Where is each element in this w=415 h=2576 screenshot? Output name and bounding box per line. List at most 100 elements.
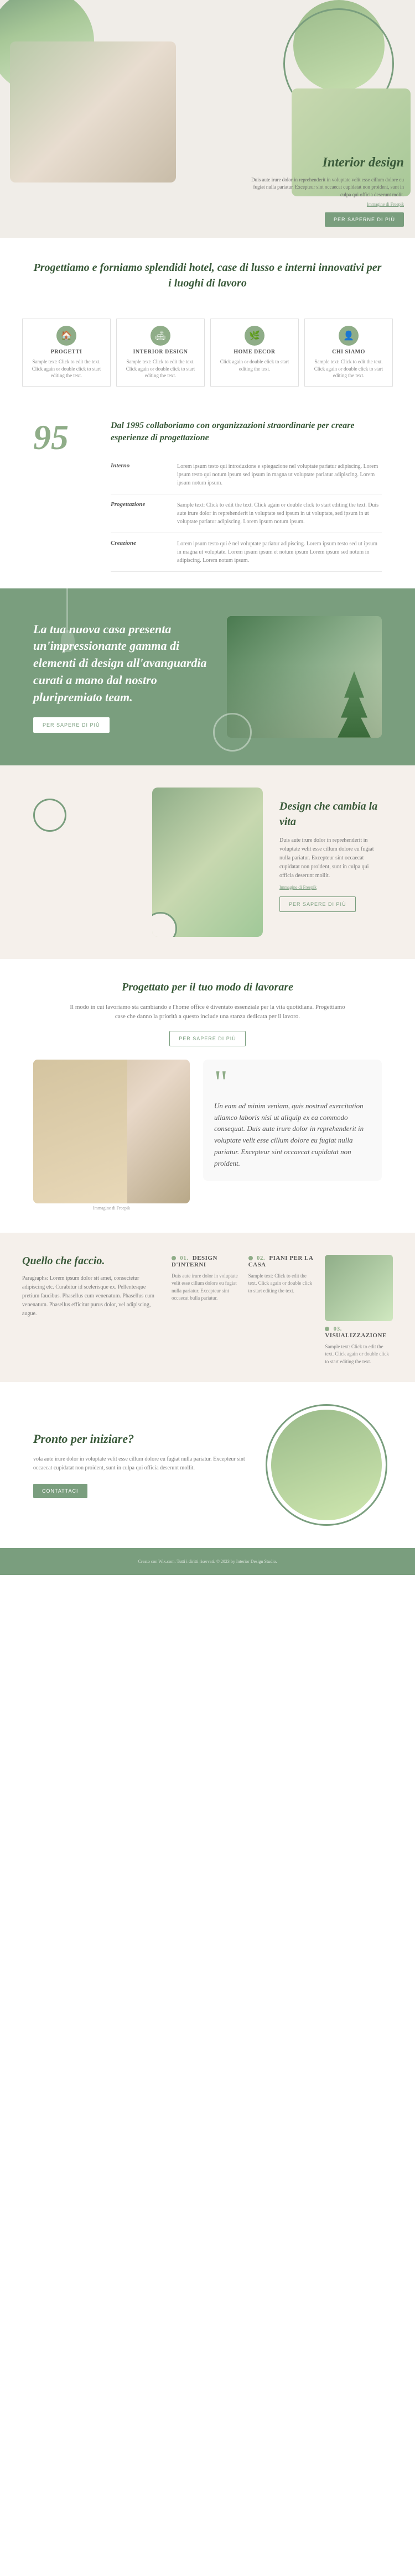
work-image-caption: Immagine di Freepik [33, 1206, 190, 1211]
dot-icon-2 [248, 1256, 253, 1260]
stats-content: Dal 1995 collaboriamo con organizzazioni… [111, 420, 382, 572]
stats-text-progettazione: Sample text: Click to edit the text. Cli… [177, 501, 382, 526]
design-image-caption[interactable]: Immagine di Freepik [279, 885, 382, 890]
service-text-homedecor: Click again or double click to start edi… [217, 358, 292, 372]
hero-section: logo Interior design Duis aute irure dol… [0, 0, 415, 238]
service-card-chisiamo[interactable]: 👤 CHI SIAMO Sample text: Click to edit t… [304, 319, 393, 387]
cta-content: Pronto per iniziare? vola aute irure dol… [33, 1432, 255, 1498]
viz-image [325, 1255, 393, 1321]
service-card-interior[interactable]: 🛋 INTERIOR DESIGN Sample text: Click to … [116, 319, 205, 387]
stats-row-interno: Interno Lorem ipsum testo qui introduzio… [111, 456, 382, 494]
work-image-container: Immagine di Freepik [33, 1060, 190, 1211]
green-band-text: La tua nuova casa presenta un'impression… [33, 621, 210, 733]
services-section: 🏠 PROGETTI Sample text: Click to edit th… [0, 319, 415, 403]
quote-mark: " [214, 1071, 371, 1094]
lamp-shade [61, 630, 75, 652]
stats-row-creazione: Creazione Lorem ipsum testo qui è nel vo… [111, 533, 382, 572]
hero-photo-main [10, 41, 176, 182]
what-col1-title: Design d'interni [172, 1255, 217, 1268]
service-icon-interior: 🛋 [151, 326, 170, 346]
service-text-progetti: Sample text: Click to edit the text. Cli… [29, 358, 103, 379]
green-band-image-inner [227, 616, 382, 738]
what-top-layout: Quello che faccio. Paragraphs: Lorem ips… [22, 1255, 393, 1366]
what-col-piani-title: 02. Piani per la casa [248, 1255, 317, 1268]
service-icon-homedecor: 🌿 [245, 326, 264, 346]
service-title-homedecor: HOME DECOR [217, 349, 292, 355]
design-main-image [152, 788, 263, 937]
stats-number: 95 [33, 420, 89, 455]
hero-image-caption[interactable]: Immagine di Freepik [249, 202, 404, 207]
work-image [33, 1060, 190, 1203]
stats-text-interno: Lorem ipsum testo qui introduzione e spi… [177, 462, 382, 487]
work-cta-container: PER SAPERE DI PIÙ [33, 1031, 382, 1046]
work-description: Il modo in cui lavoriamo sta cambiando e… [69, 1003, 346, 1022]
design-description: Duis aute irure dolor in reprehenderit i… [279, 836, 382, 880]
stats-rows: Interno Lorem ipsum testo qui introduzio… [111, 456, 382, 572]
what-col3-title: Visualizzazione [325, 1332, 386, 1339]
service-text-interior: Sample text: Click to edit the text. Cli… [123, 358, 198, 379]
footer: Creato con Wix.com. Tutti i diritti rise… [0, 1548, 415, 1575]
footer-text: Creato con Wix.com. Tutti i diritti rise… [22, 1559, 393, 1564]
green-band-cta[interactable]: PER SAPERE DI PIÙ [33, 717, 110, 733]
what-col-viz-title: 03. Visualizzazione [325, 1326, 393, 1339]
work-quote-container: " Un eam ad minim veniam, quis nostrud e… [203, 1060, 382, 1181]
cta-image-container [271, 1410, 382, 1520]
hero-title: Interior design [249, 154, 404, 171]
work-section: Progettato per il tuo modo di lavorare I… [0, 959, 415, 1233]
design-content: Design che cambia la vita Duis aute irur… [279, 788, 382, 912]
service-card-progetti[interactable]: 🏠 PROGETTI Sample text: Click to edit th… [22, 319, 111, 387]
what-col-design-title: 01. Design d'interni [172, 1255, 240, 1268]
what-col-piani: 02. Piani per la casa Sample text: Click… [248, 1255, 317, 1366]
what-intro: Paragraphs: Lorem ipsum dolor sit amet, … [22, 1274, 155, 1318]
stats-row-progettazione: Progettazione Sample text: Click to edit… [111, 494, 382, 533]
work-image-inner [33, 1060, 127, 1203]
what-columns: 01. Design d'interni Duis aute irure dol… [172, 1255, 393, 1366]
what-intro-container: Quello che faccio. Paragraphs: Lorem ips… [22, 1255, 155, 1366]
tagline-text: Progettiamo e forniamo splendidi hotel, … [33, 260, 382, 291]
cta-button[interactable]: CONTATTACI [33, 1484, 87, 1498]
service-title-chisiamo: CHI SIAMO [312, 349, 386, 355]
stats-label-interno: Interno [111, 462, 166, 469]
service-icon-chisiamo: 👤 [339, 326, 359, 346]
dot-icon-3 [325, 1327, 329, 1331]
design-cta-button[interactable]: PER SAPERE DI PIÙ [279, 896, 356, 912]
what-col2-num: 02. [257, 1255, 265, 1261]
what-col1-num: 01. [180, 1255, 188, 1261]
service-card-homedecor[interactable]: 🌿 HOME DECOR Click again or double click… [210, 319, 299, 387]
hero-cta-button[interactable]: PER SAPERNE DI PIÙ [325, 212, 404, 227]
stats-section: 95 Dal 1995 collaboriamo con organizzazi… [0, 403, 415, 588]
quote-text: Un eam ad minim veniam, quis nostrud exe… [214, 1101, 371, 1170]
design-section: Design che cambia la vita Duis aute irur… [0, 765, 415, 959]
what-col3-num: 03. [334, 1326, 342, 1332]
what-col3-text: Sample text: Click to edit the text. Cli… [325, 1343, 393, 1366]
what-title: Quello che faccio. [22, 1255, 155, 1268]
hero-description: Duis aute irure dolor in reprehenderit i… [249, 176, 404, 199]
hero-text-block: Interior design Duis aute irure dolor in… [243, 149, 409, 232]
service-title-progetti: PROGETTI [29, 349, 103, 355]
service-title-interior: INTERIOR DESIGN [123, 349, 198, 355]
what-col-viz: 03. Visualizzazione Sample text: Click t… [325, 1255, 393, 1366]
cta-description: vola aute irure dolor in voluptate velit… [33, 1455, 255, 1473]
design-title: Design che cambia la vita [279, 799, 382, 830]
cta-section: Pronto per iniziare? vola aute irure dol… [0, 1382, 415, 1548]
what-section: Quello che faccio. Paragraphs: Lorem ips… [0, 1233, 415, 1383]
green-band-circle-deco [213, 713, 252, 752]
service-icon-progetti: 🏠 [56, 326, 76, 346]
what-col2-text: Sample text: Click to edit the text. Cli… [248, 1273, 317, 1295]
green-band-image [227, 616, 382, 738]
service-text-chisiamo: Sample text: Click to edit the text. Cli… [312, 358, 386, 379]
work-title: Progettato per il tuo modo di lavorare [33, 981, 382, 994]
stats-label-creazione: Creazione [111, 540, 166, 546]
design-spacer [33, 788, 136, 832]
tagline-section: Progettiamo e forniamo splendidi hotel, … [0, 238, 415, 319]
cta-title: Pronto per iniziare? [33, 1432, 255, 1446]
stats-description: Dal 1995 collaboriamo con organizzazioni… [111, 420, 382, 445]
stats-text-creazione: Lorem ipsum testo qui è nel voluptate pa… [177, 540, 382, 565]
green-band-section: La tua nuova casa presenta un'impression… [0, 588, 415, 765]
cta-circle-border [266, 1404, 387, 1526]
design-circle-deco [33, 799, 66, 832]
green-band-title: La tua nuova casa presenta un'impression… [33, 621, 210, 706]
work-layout: Immagine di Freepik " Un eam ad minim ve… [33, 1060, 382, 1211]
what-col-design: 01. Design d'interni Duis aute irure dol… [172, 1255, 240, 1366]
work-cta-button[interactable]: PER SAPERE DI PIÙ [169, 1031, 246, 1046]
